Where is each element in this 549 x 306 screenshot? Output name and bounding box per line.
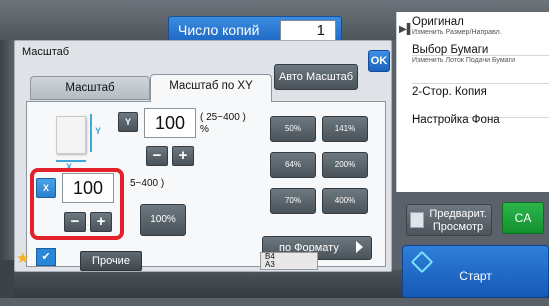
tray-line-a3: A3 [265,260,275,269]
y-dimension-arrow-icon [90,114,92,152]
start-label: Старт [459,269,492,283]
dialog-title: Масштаб [22,46,70,58]
arrow-right-icon [356,241,363,253]
y-scale-input[interactable]: 100 [144,108,196,138]
y-scale-unit: % [200,124,209,135]
background-title: Настройка Фона [412,114,500,126]
clear-all-button[interactable]: CA [502,202,544,234]
other-button[interactable]: Прочие [80,251,142,271]
copies-label: Число копий [178,22,260,38]
preset-64-button[interactable]: 64% [270,152,316,178]
original-subtitle: Изменить Размер/Направл. [412,29,502,36]
y-minus-button[interactable]: − [146,146,168,166]
auto-scale-button[interactable]: Авто Масштаб [274,64,358,90]
preset-100-button[interactable]: 100% [140,204,186,236]
y-plus-button[interactable]: + [172,146,194,166]
x-axis-highlight-frame [30,168,124,240]
ok-button[interactable]: OK [368,50,390,72]
y-axis-tag[interactable]: Y [118,112,138,132]
preview-label-line1: Предварит. [429,208,487,220]
y-dimension-label: Y [95,126,102,136]
preset-50-button[interactable]: 50% [270,116,316,142]
preview-label-line2: Просмотр [432,221,484,233]
preset-70-button[interactable]: 70% [270,188,316,214]
paper-select-title: Выбор Бумаги [412,44,489,56]
preview-document-icon [410,212,424,228]
paper-tray-indicator: B4 A3 [260,252,318,270]
x-scale-range: 5~400 ) [130,178,165,189]
y-scale-range: ( 25~400 ) [200,112,246,123]
bottom-left-edge [0,260,14,298]
preset-141-button[interactable]: 141% [322,116,368,142]
right-panel-item-background[interactable]: Настройка Фона [412,110,549,150]
tab-scale[interactable]: Масштаб [30,76,150,100]
checkmark-icon[interactable]: ✔ [36,248,56,266]
preset-400-button[interactable]: 400% [322,188,368,214]
copies-count-field[interactable]: 1 [280,20,336,41]
duplex-title: 2-Стор. Копия [412,86,487,98]
star-icon[interactable]: ★ [16,249,29,267]
paper-sheet-icon [56,116,86,154]
tab-scale-xy[interactable]: Масштаб по XY [150,74,272,102]
preset-200-button[interactable]: 200% [322,152,368,178]
paper-select-subtitle: Изменить Лоток Подачи Бумаги [412,57,516,64]
original-title: Оригинал [412,16,464,28]
